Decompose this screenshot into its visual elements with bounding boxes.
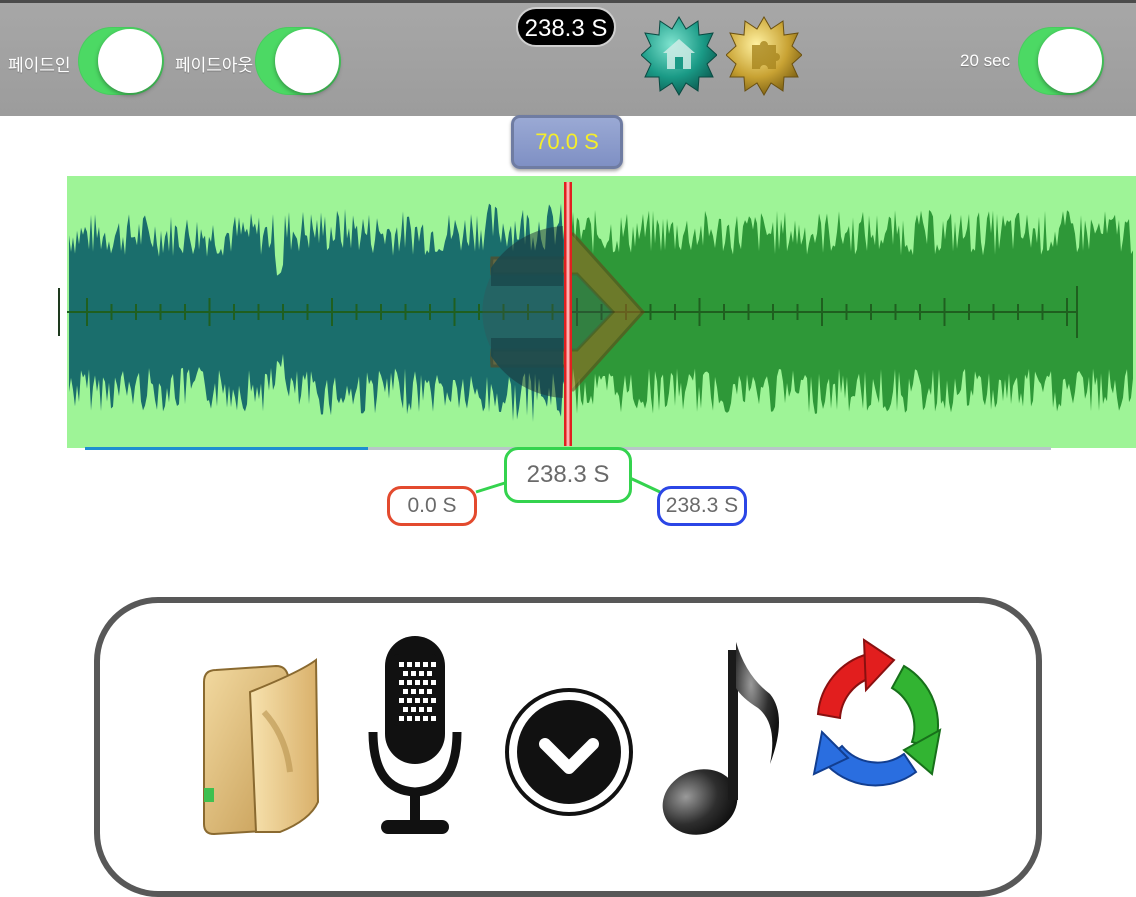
top-toolbar: 페이드인 페이드아웃 238.3 S 20 sec [0,0,1136,116]
mic-grill-dot [407,716,412,721]
mic-grill-dot [423,680,428,685]
mic-grill-dot [403,707,408,712]
fade-out-label: 페이드아웃 [175,56,254,75]
mic-grill-dot [407,698,412,703]
mic-grill-dot [399,716,404,721]
home-button[interactable] [640,9,718,105]
mic-grill-dot [423,698,428,703]
music-library-button[interactable] [660,636,784,847]
current-time-display: 238.3 S [504,447,632,503]
microphone-icon [368,636,462,834]
download-button[interactable] [505,680,633,825]
refresh-button[interactable] [808,638,942,819]
mic-grill-dot [431,716,436,721]
mic-grill-dot [427,671,432,676]
toggle-knob [98,29,162,93]
waveform-display[interactable] [67,176,1136,448]
mic-grill-dot [403,689,408,694]
fade-out-toggle[interactable] [255,27,341,95]
mic-grill-dot [419,707,424,712]
mic-grill-dot [407,680,412,685]
mic-grill-dot [427,707,432,712]
mic-grill-dot [431,680,436,685]
home-star-badge-icon [640,16,718,96]
toggle-knob [275,29,339,93]
folder-icon [203,658,320,836]
mic-grill-dot [399,662,404,667]
mic-grill-dot [415,680,420,685]
puzzle-star-badge-icon [725,16,803,96]
mic-grill-dot [411,707,416,712]
mic-grill-dot [415,716,420,721]
mic-grill-dot [399,680,404,685]
mic-grill-dot [415,698,420,703]
waveform-graph [67,182,1133,446]
mic-grill-dot [431,698,436,703]
mic-grill-dot [419,671,424,676]
record-button[interactable] [367,632,463,847]
mic-grill-dot [419,689,424,694]
download-circle-icon [505,688,633,816]
mic-grill-dot [423,662,428,667]
mic-grill-dot [407,662,412,667]
mic-grill-dot [411,689,416,694]
timeline-start-marker [58,288,60,336]
fade-in-toggle[interactable] [78,27,164,95]
toggle-knob [1038,29,1102,93]
plugin-button[interactable] [725,9,803,105]
mic-grill-dot [427,689,432,694]
refresh-cycle-icon [812,638,942,787]
total-duration-display: 238.3 S [516,7,616,47]
end-time-display[interactable]: 238.3 S [657,486,747,526]
mic-grill-dot [399,698,404,703]
playback-progress-fill [85,447,369,450]
mic-grill-dot [431,662,436,667]
start-time-display[interactable]: 0.0 S [387,486,477,526]
mic-grill-dot [415,662,420,667]
duration-toggle[interactable] [1018,27,1104,95]
mic-grill-dot [403,671,408,676]
playhead-time-label: 70.0 S [511,115,623,169]
playhead-highlight [566,182,570,446]
open-folder-button[interactable] [190,652,325,843]
music-note-icon [662,642,779,835]
mic-grill-dot [411,671,416,676]
fade-in-label: 페이드인 [8,56,71,75]
mic-grill-dot [423,716,428,721]
duration-label: 20 sec [960,51,1011,70]
